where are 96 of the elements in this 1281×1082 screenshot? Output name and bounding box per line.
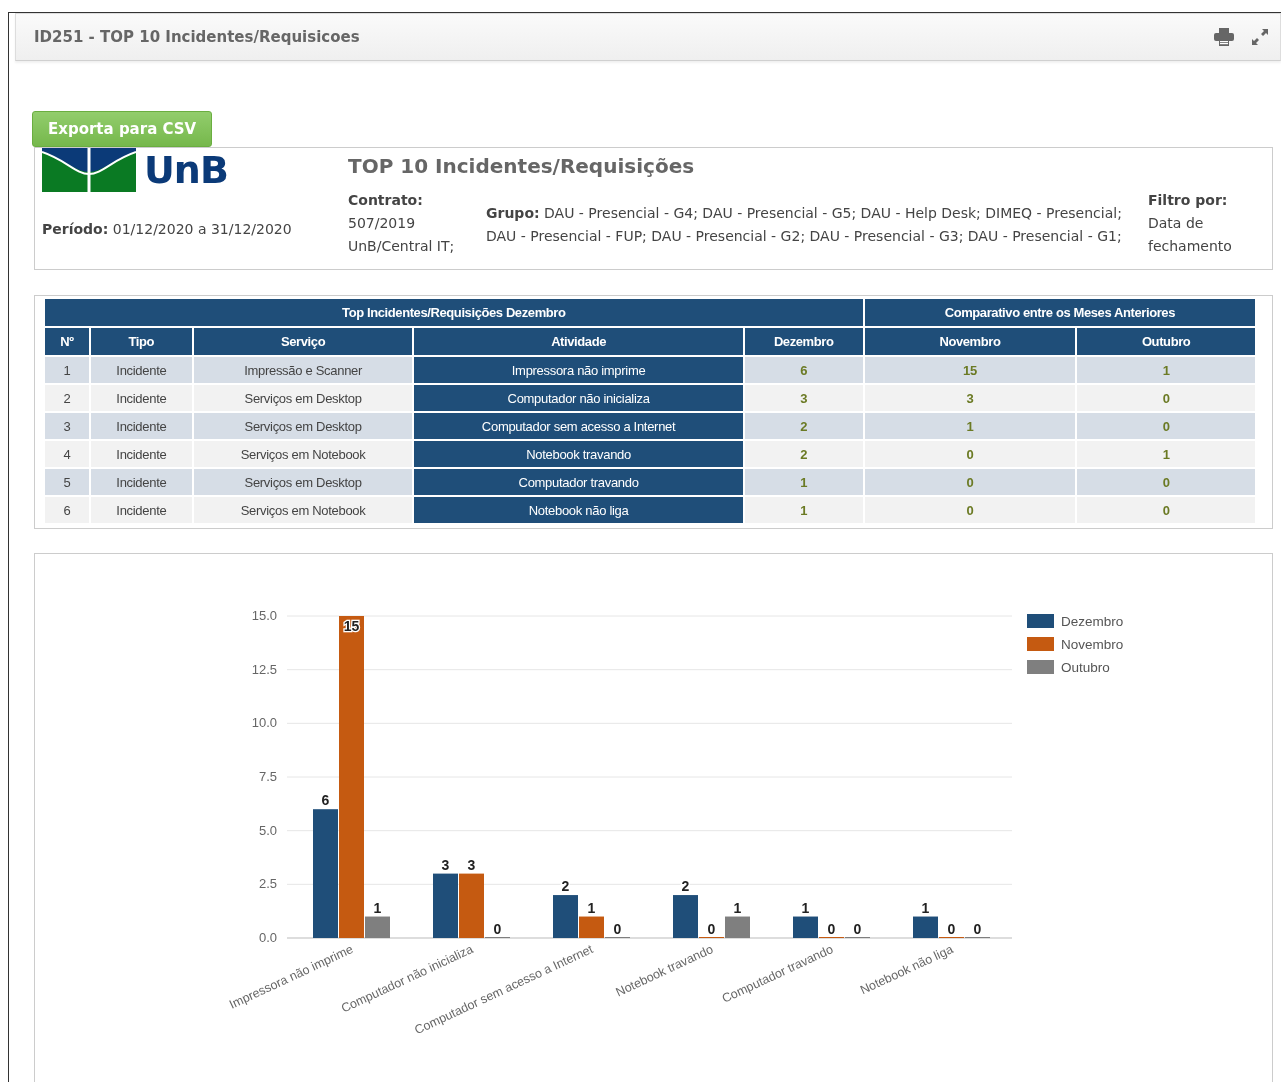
data-label: 0 [707,921,716,937]
table-cell: 1 [743,496,864,524]
table-cell: Serviços em Notebook [192,440,414,468]
group-header: Comparativo entre os Meses Anteriores [863,299,1256,327]
contract-value: 507/2019 [348,214,417,233]
data-label: 0 [493,921,502,937]
column-header: Tipo [89,327,193,356]
table-cell: 6 [743,356,864,384]
table-cell: Incidente [89,468,193,496]
group-header: Top Incidentes/Requisições Dezembro [44,299,864,327]
group-text: Grupo: DAU - Presencial - G4; DAU - Presencial - G5; DAU - Help Desk; DIMEQ - Presencial; [486,204,1123,223]
table-cell: 3 [863,384,1077,412]
data-label: 0 [973,921,982,937]
column-header: Nº [44,327,90,356]
table-cell: Incidente [89,496,193,524]
table-cell: Computador não inicializa [413,384,744,412]
data-label: 1 [801,899,810,916]
data-label: 0 [613,921,622,937]
table-cell: Incidente [89,440,193,468]
column-header: Serviço [192,327,414,356]
table-cell: Computador sem acesso a Internet [413,412,744,440]
data-label: 3 [441,856,450,873]
table-cell: 0 [1076,384,1256,412]
table-cell: 1 [1076,356,1256,384]
table-cell: 1 [863,412,1077,440]
filter-value: fechamento [1148,237,1233,256]
table-cell: 4 [44,440,90,468]
logo-text: UnB [144,148,228,192]
table-cell: Serviços em Desktop [192,468,414,496]
axis-tick-label: 7.5 [258,769,277,784]
table-cell: 5 [44,468,90,496]
table-cell: Computador travando [413,468,744,496]
axis-tick-label: 0.0 [258,930,277,945]
data-label: 2 [561,878,570,895]
column-header: Dezembro [743,327,864,356]
table-cell: 15 [863,356,1077,384]
table-cell: 2 [743,440,864,468]
column-header: Atividade [413,327,744,356]
table-cell: 1 [44,356,90,384]
axis-tick-label: 2.5 [258,876,277,892]
table-cell: 0 [863,496,1077,524]
column-header: Outubro [1076,327,1256,356]
table-cell: 3 [743,384,864,412]
axis-tick-label: 10.0 [251,715,277,731]
column-header: Novembro [863,327,1077,356]
axis-tick-label: 5.0 [258,822,277,838]
table-cell: 3 [44,412,90,440]
data-label: 1 [733,899,742,916]
table-cell: 1 [1076,440,1256,468]
table-cell: 1 [743,468,864,496]
table-cell: Incidente [89,412,193,440]
contract-value: UnB/Central IT; [348,237,456,256]
panel-title: ID251 - TOP 10 Incidentes/Requisicoes [34,28,360,46]
table-cell: Notebook não liga [413,496,744,524]
filter-value: Data de [1148,214,1205,233]
filter-label: Filtro por: [1148,191,1229,210]
expand-icon[interactable] [1250,27,1270,47]
table-cell: 0 [1076,496,1256,524]
report-title: TOP 10 Incidentes/Requisições [348,154,696,178]
table-cell: Serviços em Desktop [192,384,414,412]
table-cell: Impressão e Scanner [192,356,414,384]
axis-tick-label: 12.5 [251,661,277,677]
data-label: 0 [947,921,956,937]
legend-label: Novembro [1061,637,1124,652]
legend-label: Outubro [1061,660,1110,675]
table-cell: 2 [44,384,90,412]
data-label: 1 [587,899,596,916]
table-cell: Impressora não imprime [413,356,744,384]
data-label: 6 [321,792,330,809]
group-text: DAU - Presencial - FUP; DAU - Presencial - G2; DAU - Presencial - G3; DAU - Presencial - G1; [486,227,1123,246]
data-label: 3 [467,856,476,873]
table-cell: 0 [863,468,1077,496]
table-cell: 0 [1076,412,1256,440]
data-label: 15 [343,618,360,634]
university-logo-icon [42,148,136,192]
table-cell: 0 [863,440,1077,468]
table-cell: Serviços em Desktop [192,412,414,440]
table-cell: 2 [743,412,864,440]
export-csv-button[interactable]: Exporta para CSV [32,111,213,147]
table-cell: 0 [1076,468,1256,496]
data-label: 1 [921,899,930,916]
data-label: 2 [681,878,690,895]
period-text: Período: 01/12/2020 a 31/12/2020 [42,220,293,239]
table-cell: Notebook travando [413,440,744,468]
table-cell: Incidente [89,356,193,384]
legend-label: Dezembro [1061,614,1124,629]
table-cell: Serviços em Notebook [192,496,414,524]
data-label: 1 [373,899,382,916]
axis-tick-label: 15.0 [251,608,277,623]
data-label: 0 [827,921,836,937]
data-label: 0 [853,921,862,937]
table-cell: 6 [44,496,90,524]
contract-label: Contrato: [348,191,424,210]
table-cell: Incidente [89,384,193,412]
print-icon[interactable] [1214,28,1234,46]
bar [433,873,458,938]
